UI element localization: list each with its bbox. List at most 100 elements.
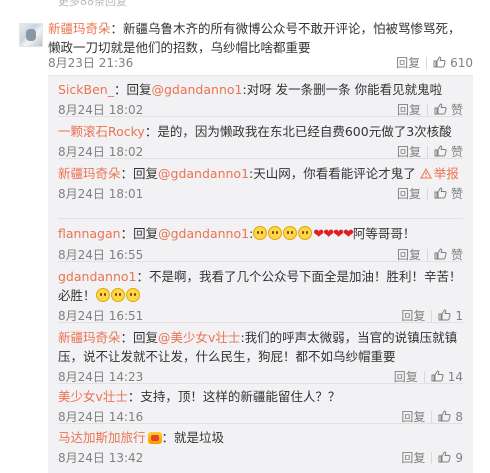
- list-item: flannagan：回复@gdandanno1: ❤❤❤❤阿等哥哥！ 8月24日 …: [58, 224, 463, 262]
- divider: [58, 423, 463, 424]
- thumbs-up-icon: [433, 55, 446, 68]
- like-count: 9: [455, 450, 463, 465]
- comment-time: 8月23日 21:36: [48, 56, 134, 70]
- like-count: 14: [447, 369, 463, 384]
- reply-text: :天山网，你看看能评论才鬼了: [249, 166, 416, 181]
- like-button[interactable]: 9: [438, 451, 463, 465]
- reply-time: 8月24日 18:02: [58, 145, 144, 159]
- grin-emoji-icon: [110, 288, 125, 302]
- thumbs-up-icon: [434, 187, 447, 199]
- comment-username[interactable]: 新疆玛奇朵: [48, 21, 111, 36]
- like-label: 赞: [450, 145, 463, 159]
- divider: [58, 116, 463, 117]
- reply-text: ：就是垃圾: [161, 430, 225, 445]
- reply-text: :对呀 发一条删一条 你能看见就鬼啦: [242, 82, 443, 97]
- reply-username[interactable]: SickBen_: [58, 82, 114, 97]
- report-icon: [419, 168, 432, 179]
- action-divider: [426, 187, 428, 200]
- action-divider: [426, 56, 428, 69]
- main-comment-meta: 8月23日 21:36 回复 610: [48, 54, 473, 71]
- like-button[interactable]: 14: [431, 370, 463, 384]
- reply-time: 8月24日 16:55: [58, 248, 144, 262]
- action-divider: [426, 103, 428, 116]
- main-comment: 新疆玛奇朵：新疆乌鲁木齐的所有微博公众号不敢开评论，怕被骂惨骂死，懒政一刀切就是…: [48, 19, 473, 57]
- like-label: 赞: [450, 187, 463, 201]
- action-divider: [423, 370, 425, 383]
- mention-link[interactable]: @美少女v壮士: [158, 330, 240, 345]
- divider: [58, 261, 463, 262]
- reply-time: 8月24日 18:02: [58, 103, 144, 117]
- thumbs-up-icon: [438, 308, 451, 321]
- reply-text: 阿等哥哥！: [352, 226, 416, 241]
- like-button[interactable]: 1: [438, 309, 463, 323]
- reply-text: ：是的，因为懒政我在东北已经自费600元做了3次核酸: [144, 124, 452, 139]
- report-link[interactable]: 举报: [419, 166, 459, 181]
- reply-button[interactable]: 回复: [401, 449, 425, 466]
- action-divider: [426, 145, 428, 158]
- mention-link[interactable]: @gdandanno1: [158, 166, 249, 181]
- action-divider: [431, 451, 433, 464]
- thumbs-up-icon: [431, 369, 444, 382]
- reply-list: SickBen_：回复@gdandanno1:对呀 发一条删一条 你能看见就鬼啦…: [48, 75, 473, 473]
- grin-emoji-icon: [95, 288, 110, 302]
- reply-text: ：回复: [120, 166, 159, 181]
- divider: [58, 218, 463, 219]
- action-divider: [426, 248, 428, 261]
- grin-emoji-icon: [253, 226, 268, 240]
- reply-text: ：回复: [120, 330, 159, 345]
- mention-link[interactable]: @gdandanno1: [158, 226, 249, 241]
- reply-time: 8月24日 14:23: [58, 370, 144, 384]
- like-label: 赞: [450, 103, 463, 117]
- thumbs-up-icon: [434, 145, 447, 157]
- reply-text: ：回复: [120, 226, 159, 241]
- divider: [58, 383, 463, 384]
- avatar[interactable]: [19, 23, 43, 47]
- reply-text: ：支持，顶！这样的新疆能留住人？？: [127, 389, 341, 404]
- list-item: 一颗滚石Rocky：是的，因为懒政我在东北已经自费600元做了3次核酸 8月24…: [58, 122, 463, 159]
- action-divider: [431, 410, 433, 423]
- list-item: 新疆玛奇朵：回复@美少女v壮士:我们的呼声太微弱，当官的说镇压就镇压，说不让发就…: [58, 328, 463, 384]
- grin-emoji-icon: [268, 226, 283, 240]
- report-label: 举报: [433, 166, 459, 181]
- list-item: 新疆玛奇朵：回复@gdandanno1:天山网，你看看能评论才鬼了 举报 8月2…: [58, 164, 463, 201]
- reply-time: 8月24日 16:51: [58, 309, 144, 323]
- list-item: SickBen_：回复@gdandanno1:对呀 发一条删一条 你能看见就鬼啦…: [58, 80, 463, 117]
- divider: [58, 322, 463, 323]
- reply-username[interactable]: 美少女v壮士: [58, 389, 128, 404]
- thumbs-up-icon: [434, 103, 447, 115]
- comment-actions: 回复 610: [396, 54, 473, 71]
- like-count: 610: [450, 55, 473, 70]
- comment-text: ：新疆乌鲁木齐的所有微博公众号不敢开评论，怕被骂惨骂死，懒政一刀切就是他们的招数…: [48, 21, 461, 55]
- mention-link[interactable]: @gdandanno1: [151, 82, 242, 97]
- reply-username[interactable]: 新疆玛奇朵: [58, 166, 121, 181]
- list-item: 美少女v壮士：支持，顶！这样的新疆能留住人？？ 8月24日 14:16 回复 8: [58, 387, 463, 424]
- grin-emoji-icon: [298, 226, 313, 240]
- like-label: 赞: [450, 248, 463, 262]
- like-button[interactable]: 赞: [434, 185, 463, 202]
- action-divider: [431, 309, 433, 322]
- reply-text: ：回复: [113, 82, 152, 97]
- more-replies-strip[interactable]: 更多88条回复: [0, 0, 490, 12]
- thumbs-up-icon: [434, 248, 447, 260]
- thumbs-up-icon: [438, 409, 451, 422]
- list-item: gdandanno1：不是啊，我看了几个公众号下面全是加油！胜利！辛苦！必胜！ …: [58, 267, 463, 323]
- reply-username[interactable]: 马达加斯加旅行: [58, 430, 146, 445]
- thumbs-up-icon: [438, 450, 451, 463]
- like-button[interactable]: 610: [433, 56, 473, 70]
- list-item: 马达加斯加旅行 ：就是垃圾 8月24日 13:42 回复 9: [58, 428, 463, 465]
- like-count: 8: [455, 409, 463, 424]
- reply-username[interactable]: gdandanno1: [58, 269, 137, 284]
- like-button[interactable]: 8: [438, 410, 463, 424]
- grin-emoji-icon: [283, 226, 298, 240]
- grin-emoji-icon: [125, 288, 140, 302]
- reply-button[interactable]: 回复: [396, 54, 420, 71]
- reply-username[interactable]: flannagan: [58, 226, 121, 241]
- more-replies-text[interactable]: 更多88条回复: [58, 0, 127, 9]
- reply-username[interactable]: 新疆玛奇朵: [58, 330, 121, 345]
- reply-time: 8月24日 18:01: [58, 187, 144, 201]
- reply-button[interactable]: 回复: [397, 185, 421, 202]
- reply-username[interactable]: 一颗滚石Rocky: [58, 124, 145, 139]
- badge-icon: [147, 432, 162, 444]
- like-count: 1: [455, 308, 463, 323]
- reply-time: 8月24日 13:42: [58, 451, 144, 465]
